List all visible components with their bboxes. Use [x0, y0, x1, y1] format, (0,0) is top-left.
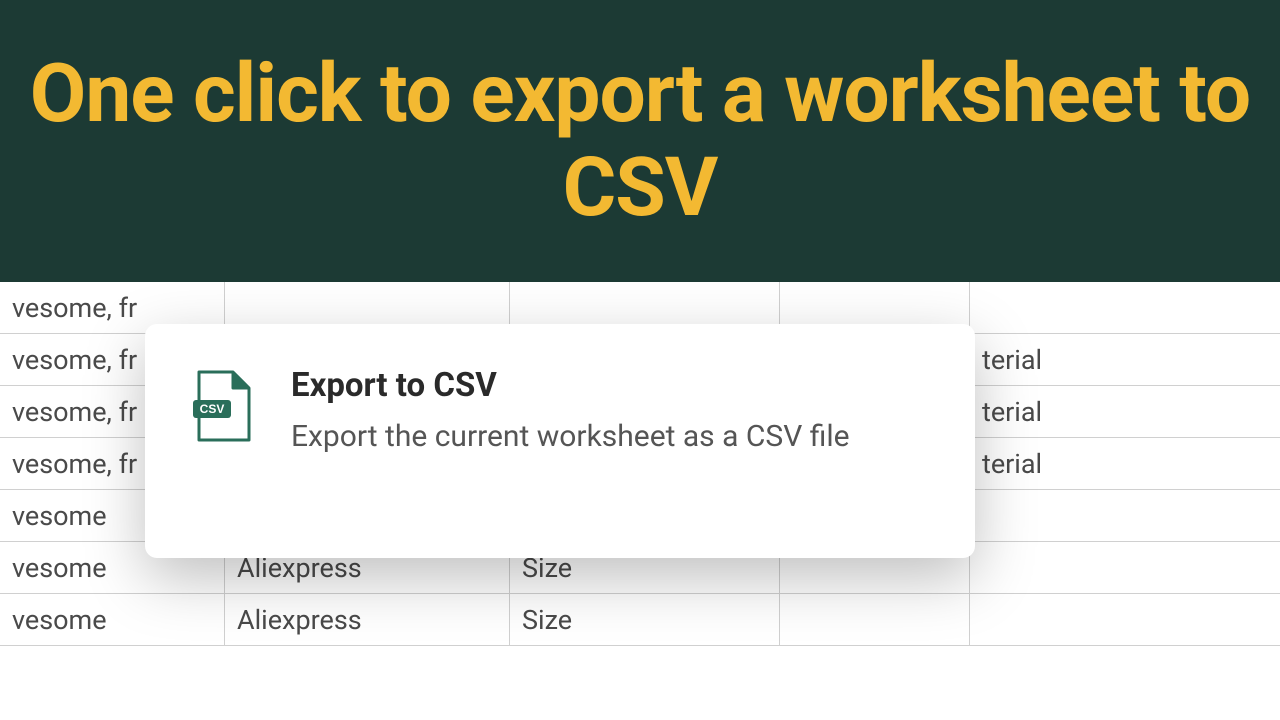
cell [780, 594, 970, 645]
export-csv-title: Export to CSV [291, 366, 927, 405]
export-csv-text: Export to CSV Export the current workshe… [291, 366, 927, 516]
cell [970, 490, 1280, 541]
cell [970, 594, 1280, 645]
cell: vesome [0, 594, 225, 645]
csv-file-icon: CSV [193, 370, 253, 444]
cell: Aliexpress [225, 594, 510, 645]
promo-banner: One click to export a worksheet to CSV [0, 0, 1280, 282]
cell: terial [970, 334, 1280, 385]
export-csv-popup[interactable]: CSV Export to CSV Export the current wor… [145, 324, 975, 558]
banner-headline: One click to export a worksheet to CSV [0, 47, 1280, 236]
cell [970, 542, 1280, 593]
cell [970, 282, 1280, 333]
table-row: vesome Aliexpress Size [0, 594, 1280, 646]
cell: Size [510, 594, 780, 645]
: terial [970, 438, 1280, 489]
cell: terial [970, 386, 1280, 437]
svg-text:CSV: CSV [200, 402, 225, 416]
export-csv-description: Export the current worksheet as a CSV fi… [291, 417, 927, 458]
